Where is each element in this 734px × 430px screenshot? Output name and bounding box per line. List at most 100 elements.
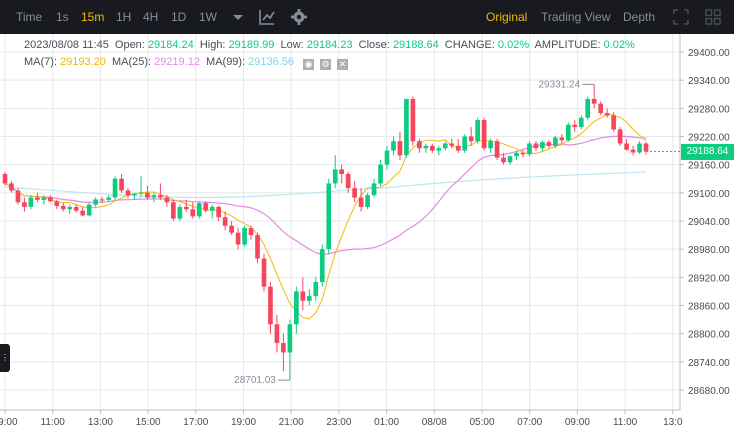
candle-body — [404, 98, 409, 156]
candle-body — [326, 183, 332, 250]
candle-body — [624, 143, 629, 150]
y-tick-label: 29280.00 — [688, 104, 730, 115]
candle-body — [352, 188, 357, 198]
panel-expand-handle[interactable]: ⋮ — [0, 344, 10, 372]
close-label: Close: — [358, 39, 390, 51]
candle-body — [145, 192, 150, 198]
candle-body — [60, 205, 66, 210]
candle-body — [164, 197, 170, 203]
candle-body — [22, 202, 27, 207]
candle-body — [287, 324, 293, 353]
low-label: Low: — [280, 39, 304, 51]
x-tick-label: 08/08 — [422, 417, 447, 428]
x-tick-label: 17:00 — [183, 417, 208, 428]
candle-body — [242, 228, 247, 245]
candle-body — [475, 120, 480, 142]
candle-body — [345, 174, 351, 189]
candle-body — [455, 145, 461, 151]
candle-body — [151, 195, 157, 198]
candle-body — [106, 197, 111, 200]
close-icon[interactable]: ✕ — [337, 59, 349, 70]
y-tick-label: 29160.00 — [688, 161, 730, 172]
candle-body — [132, 193, 137, 196]
candle-body — [617, 129, 623, 144]
candle-body — [572, 124, 578, 128]
candle-body — [449, 143, 455, 146]
candle-body — [209, 206, 215, 211]
x-tick-label: 09:00 — [565, 417, 590, 428]
candle-body — [216, 206, 221, 218]
candle-body — [313, 282, 319, 297]
ma25-layer — [4, 135, 647, 256]
eye-icon[interactable]: ◉ — [303, 59, 315, 70]
candle-body — [119, 178, 124, 191]
x-tick-label: 09:00 — [0, 417, 18, 428]
ma25-value: 29219.12 — [154, 56, 200, 68]
candle-body — [604, 113, 610, 116]
candle-body — [339, 169, 345, 175]
y-tick-label: 29400.00 — [688, 48, 730, 59]
ma7-value: 29193.20 — [60, 56, 106, 68]
candle-body — [540, 142, 545, 149]
candle-body — [585, 98, 591, 118]
candle-body — [306, 296, 312, 301]
ma99-label: MA(99): — [206, 56, 246, 68]
candle-body — [507, 156, 513, 163]
candle-body — [171, 202, 176, 219]
candle-body — [2, 174, 8, 184]
candle-body — [520, 152, 526, 155]
candle-body — [268, 286, 273, 325]
candle-body — [274, 324, 280, 344]
ohlc-legend: 2023/08/08 11:45 Open: 29184.24 High: 2918… — [0, 34, 680, 74]
candle-body — [481, 120, 487, 149]
candle-body — [281, 343, 286, 353]
candle-body — [203, 203, 209, 211]
candle-body — [47, 197, 53, 202]
candle-body — [501, 157, 506, 163]
change-value: 0.02% — [497, 39, 530, 51]
change-label: CHANGE: — [444, 39, 495, 51]
high-value: 29189.99 — [228, 39, 275, 51]
candle-body — [637, 143, 642, 153]
x-tick-label: 13:00 — [88, 417, 113, 428]
close-value: 29188.64 — [392, 39, 439, 51]
x-tick-label: 11:00 — [41, 417, 66, 428]
x-tick-label: 13:0 — [663, 417, 683, 428]
candle-body — [371, 183, 377, 196]
candle-body — [294, 291, 299, 325]
candle-body — [229, 225, 234, 233]
candle-date: 2023/08/08 11:45 — [24, 39, 109, 51]
open-value: 29184.24 — [147, 39, 194, 51]
ma99-layer — [4, 171, 647, 199]
price-axis: 29400.00 29340.00 29280.00 29220.00 29160.00… — [679, 34, 730, 410]
ma-row: MA(7): 29193.20 MA(25): 29219.12 MA(99): 29… — [24, 56, 351, 70]
candle-body — [28, 197, 34, 207]
candle-body — [177, 206, 183, 219]
x-tick-label: 01:00 — [374, 417, 399, 428]
candle-body — [35, 197, 40, 200]
candle-body — [384, 150, 390, 165]
candle-body — [553, 137, 558, 146]
candle-body — [462, 136, 468, 151]
candle-body — [436, 148, 442, 151]
candle-body — [527, 143, 532, 155]
candle-body — [591, 98, 597, 104]
candle-body — [559, 137, 565, 141]
settings-small-icon[interactable]: ⚙ — [320, 59, 332, 70]
candle-body — [578, 117, 584, 128]
candle-body — [494, 141, 500, 158]
ma99-line — [4, 171, 647, 199]
candle-body — [565, 124, 571, 141]
high-label: High: — [199, 39, 226, 51]
y-tick-label: 28740.00 — [688, 358, 730, 369]
candle-body — [86, 204, 92, 216]
candle-body — [378, 164, 383, 184]
y-tick-label: 29340.00 — [688, 76, 730, 87]
candle-body — [488, 141, 493, 149]
candle-body — [319, 249, 325, 283]
candle-body — [158, 195, 163, 198]
low-value: 29184.23 — [306, 39, 353, 51]
candle-body — [598, 103, 604, 114]
current-price-badge: 29188.64 — [681, 143, 734, 160]
ma25-line — [4, 135, 647, 256]
